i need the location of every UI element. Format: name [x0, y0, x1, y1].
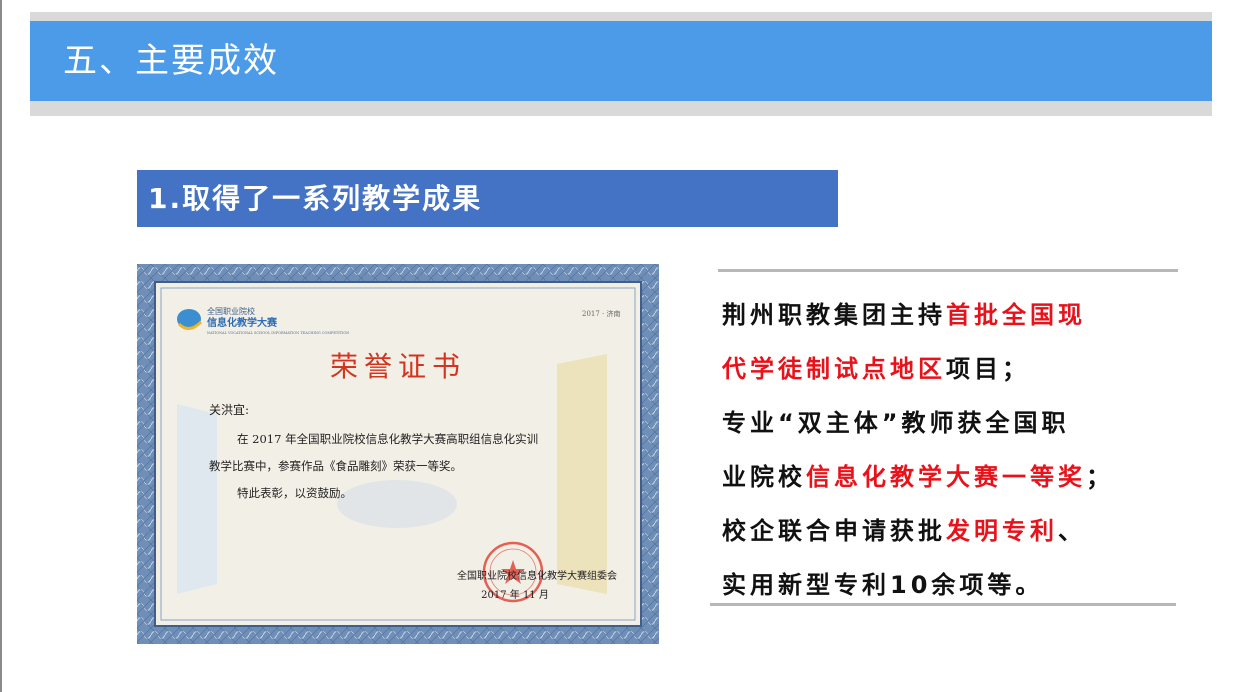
- left-edge-rule: [0, 0, 2, 692]
- logo-line1: 全国职业院校: [207, 306, 255, 316]
- achievement-line-2: 代学徒制试点地区项目；: [722, 355, 1030, 383]
- certificate-body-3: 特此表彰，以资鼓励。: [237, 486, 352, 500]
- certificate-date: 2017 年 11 月: [481, 588, 549, 601]
- achievement-line-3: 专业“双主体”教师获全国职: [722, 409, 1070, 437]
- highlight-pilot: 首批全国现: [946, 301, 1086, 329]
- highlight-patent: 发明专利: [946, 517, 1058, 545]
- achievements-text: 荆州职教集团主持首批全国现 代学徒制试点地区项目； 专业“双主体”教师获全国职 …: [722, 288, 1212, 612]
- certificate-issuer: 全国职业院校信息化教学大赛组委会: [457, 569, 617, 582]
- text-rule-top: [718, 269, 1178, 272]
- logo-en: NATIONAL VOCATIONAL SCHOOL INFORMATION T…: [207, 331, 349, 335]
- certificate-body-2: 教学比赛中，参赛作品《食品雕刻》荣获一等奖。: [209, 459, 462, 473]
- certificate-image: 全国职业院校 信息化教学大赛 NATIONAL VOCATIONAL SCHOO…: [137, 264, 659, 644]
- certificate-body-1: 在 2017 年全国职业院校信息化教学大赛高职组信息化实训: [237, 432, 538, 446]
- section-title: 1.取得了一系列教学成果: [148, 182, 483, 215]
- achievement-line-4: 业院校信息化教学大赛一等奖；: [722, 463, 1114, 491]
- certificate-corner: 2017 · 济南: [582, 309, 621, 318]
- text-rule-bottom: [710, 603, 1176, 606]
- achievement-line-5: 校企联合申请获批发明专利、: [722, 517, 1086, 545]
- page-title: 五、主要成效: [63, 41, 279, 81]
- logo-line2: 信息化教学大赛: [207, 316, 278, 329]
- achievement-line-1: 荆州职教集团主持首批全国现: [722, 301, 1086, 329]
- highlight-pilot-area: 代学徒制试点地区: [722, 355, 946, 383]
- certificate-title: 荣誉证书: [330, 350, 466, 383]
- highlight-award: 信息化教学大赛一等奖: [806, 463, 1086, 491]
- certificate-recipient: 关洪宜:: [209, 402, 249, 417]
